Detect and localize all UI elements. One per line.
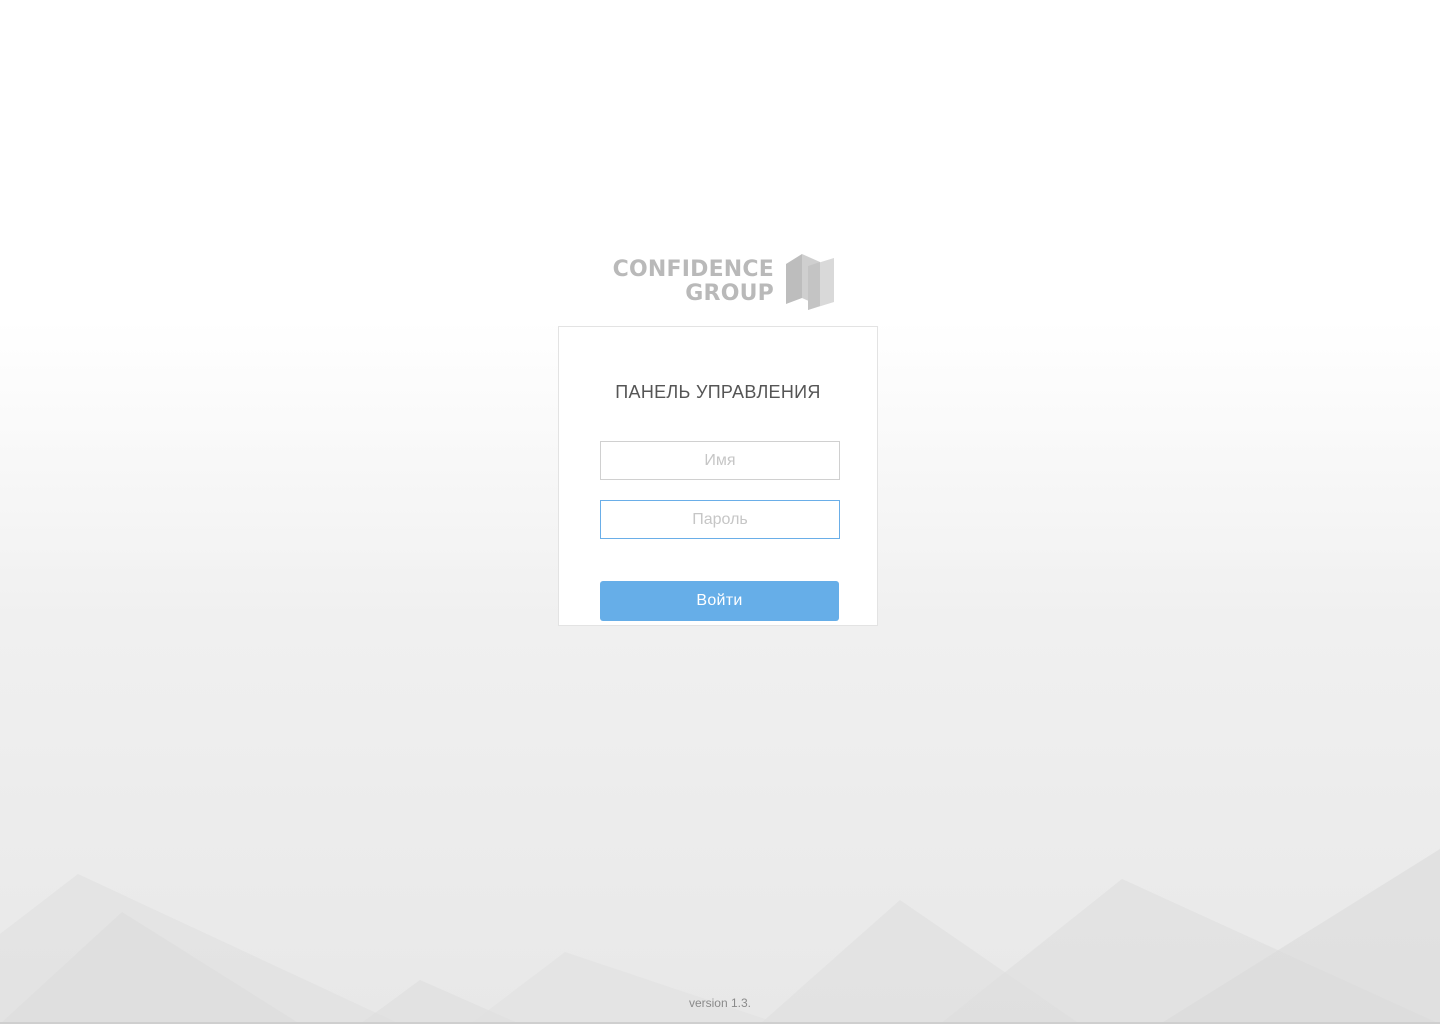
username-field[interactable] [600,441,840,480]
logo-line-1: CONFIDENCE [612,257,774,282]
background-mountains [0,849,1440,1024]
version-label: version 1.3. [688,996,752,1010]
login-button[interactable]: Войти [600,581,839,621]
confidence-group-cube-icon [786,254,834,310]
password-field[interactable] [600,500,840,539]
logo-text: CONFIDENCE GROUP [598,258,774,306]
company-logo: CONFIDENCE GROUP [598,252,838,312]
panel-title: ПАНЕЛЬ УПРАВЛЕНИЯ [615,382,821,402]
logo-line-2: GROUP [685,281,774,306]
login-panel: ПАНЕЛЬ УПРАВЛЕНИЯ Войти [558,326,878,626]
